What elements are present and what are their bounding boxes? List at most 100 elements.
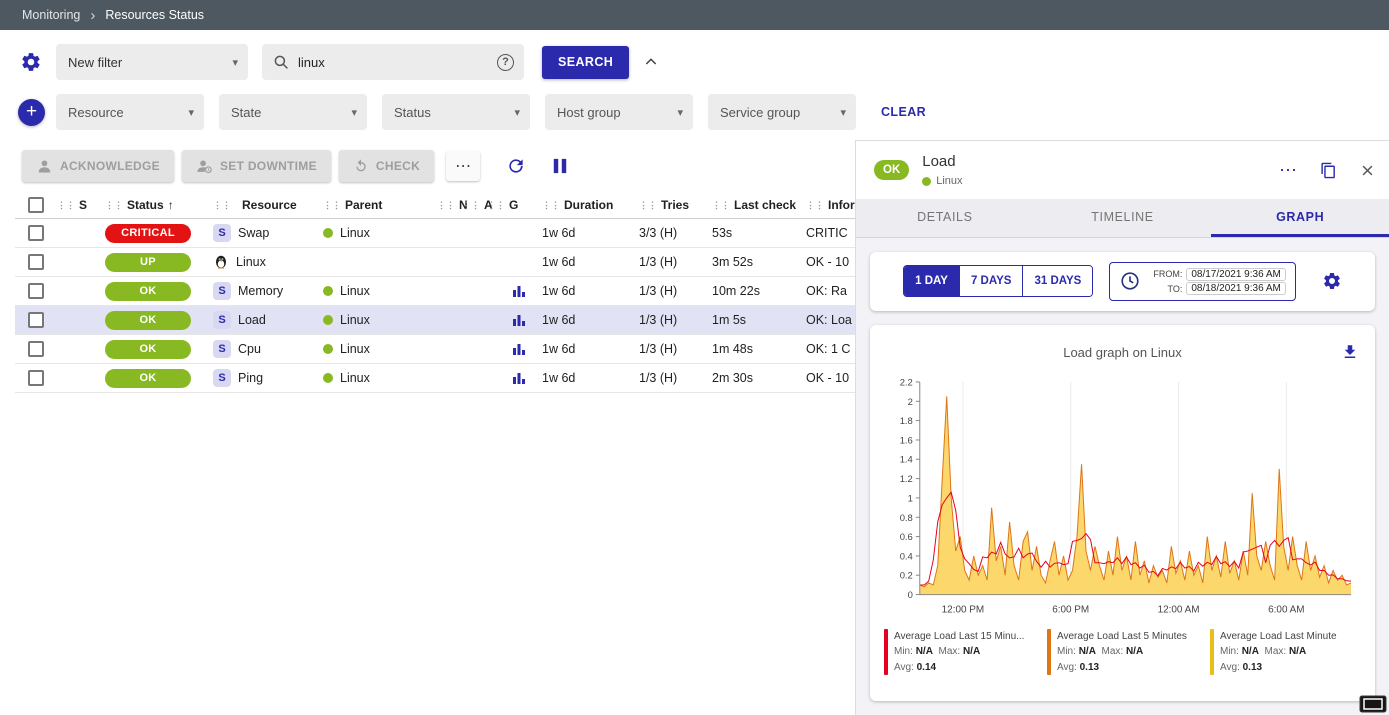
svg-text:2: 2 xyxy=(908,396,913,407)
add-filter-button[interactable]: + xyxy=(18,99,45,126)
column-header-a[interactable]: ⋮⋮A xyxy=(462,198,487,212)
clear-filters-button[interactable]: CLEAR xyxy=(881,105,926,119)
column-header-g[interactable]: ⋮⋮G xyxy=(487,198,512,212)
copy-link-icon[interactable] xyxy=(1320,162,1337,179)
column-header-duration[interactable]: ⋮⋮Duration xyxy=(542,198,639,212)
range-7-days[interactable]: 7 DAYS xyxy=(959,266,1023,296)
to-value[interactable]: 08/18/2021 9:36 AM xyxy=(1186,282,1286,295)
column-header-n[interactable]: ⋮⋮N xyxy=(437,198,462,212)
graph-icon[interactable] xyxy=(512,313,526,327)
legend-item[interactable]: Average Load Last 15 Minu... Min: N/A Ma… xyxy=(884,629,1035,676)
from-value[interactable]: 08/17/2021 9:36 AM xyxy=(1186,268,1286,281)
tab-details[interactable]: DETAILS xyxy=(856,199,1034,237)
legend-max-value: N/A xyxy=(1289,646,1306,657)
table-row[interactable]: OK S Cpu Linux 1w 6d 1/3 (H) 1m 48s OK: … xyxy=(15,335,855,364)
load-chart[interactable]: 12:00 PM6:00 PM12:00 AM6:00 AM00.20.40.6… xyxy=(884,372,1361,620)
from-label: FROM: xyxy=(1148,269,1182,279)
legend-avg-value: 0.13 xyxy=(1243,662,1262,673)
chevron-down-icon: ▾ xyxy=(677,106,683,119)
more-options-icon[interactable]: ⋯ xyxy=(1279,161,1297,179)
refresh-icon[interactable] xyxy=(506,156,526,176)
saved-filter-select[interactable]: New filter ▾ xyxy=(56,44,248,80)
service-icon: S xyxy=(213,282,231,300)
acknowledge-button[interactable]: ACKNOWLEDGE xyxy=(22,150,174,182)
service-icon: S xyxy=(213,311,231,329)
range-1-day[interactable]: 1 DAY xyxy=(904,266,959,296)
tab-timeline[interactable]: TIMELINE xyxy=(1034,199,1212,237)
filter-settings-gear-icon[interactable] xyxy=(18,51,44,73)
breadcrumb-monitoring[interactable]: Monitoring xyxy=(22,8,80,22)
legend-item[interactable]: Average Load Last 5 Minutes Min: N/A Max… xyxy=(1047,629,1198,676)
filter-select-host-group[interactable]: Host group ▾ xyxy=(545,94,693,130)
graph-icon[interactable] xyxy=(512,284,526,298)
column-header-s[interactable]: ⋮⋮S xyxy=(57,198,105,212)
table-row[interactable]: UP S Linux 1w 6d 1/3 (H) 3m 52s OK - 10 xyxy=(15,248,855,277)
graph-icon[interactable] xyxy=(512,371,526,385)
chart-holder: 12:00 PM6:00 PM12:00 AM6:00 AM00.20.40.6… xyxy=(884,372,1361,625)
filter-select-label: State xyxy=(231,105,261,120)
filter-select-service-group[interactable]: Service group ▾ xyxy=(708,94,856,130)
fullscreen-icon[interactable] xyxy=(1359,695,1387,715)
duration-cell: 1w 6d xyxy=(542,313,639,327)
table-row[interactable]: OK S Load Linux 1w 6d 1/3 (H) 1m 5s OK: … xyxy=(15,306,855,335)
resource-name: Memory xyxy=(238,284,283,298)
resource-name: Linux xyxy=(236,255,266,269)
row-checkbox[interactable] xyxy=(28,225,44,241)
column-header-last-check[interactable]: ⋮⋮Last check xyxy=(712,198,806,212)
legend-color-bar xyxy=(1210,629,1214,676)
table-row[interactable]: OK S Memory Linux 1w 6d 1/3 (H) 10m 22s … xyxy=(15,277,855,306)
search-input[interactable] xyxy=(298,55,489,70)
information-cell: OK - 10 xyxy=(806,255,855,269)
column-header-status[interactable]: ⋮⋮Status↑ xyxy=(105,198,213,212)
row-checkbox[interactable] xyxy=(28,254,44,270)
row-checkbox[interactable] xyxy=(28,370,44,386)
close-icon[interactable] xyxy=(1360,163,1375,178)
svg-text:1.6: 1.6 xyxy=(900,435,913,446)
svg-text:0.8: 0.8 xyxy=(900,512,913,523)
drag-handle-icon: ⋮⋮ xyxy=(213,200,231,211)
range-31-days[interactable]: 31 DAYS xyxy=(1022,266,1092,296)
row-checkbox[interactable] xyxy=(28,341,44,357)
graph-legend: Average Load Last 15 Minu... Min: N/A Ma… xyxy=(884,629,1361,676)
resource-name: Ping xyxy=(238,371,263,385)
parent-name: Linux xyxy=(340,284,370,298)
row-checkbox[interactable] xyxy=(28,283,44,299)
search-button[interactable]: SEARCH xyxy=(542,46,629,79)
more-actions-button[interactable]: ⋯ xyxy=(446,151,480,181)
chevron-down-icon: ▾ xyxy=(351,106,357,119)
check-button[interactable]: CHECK xyxy=(339,150,434,182)
legend-item[interactable]: Average Load Last Minute Min: N/A Max: N… xyxy=(1210,629,1361,676)
drag-handle-icon: ⋮⋮ xyxy=(462,200,480,211)
filter-select-resource[interactable]: Resource ▾ xyxy=(56,94,204,130)
legend-max-label: Max: xyxy=(1264,646,1286,657)
status-badge: CRITICAL xyxy=(105,224,191,243)
table-row[interactable]: OK S Ping Linux 1w 6d 1/3 (H) 2m 30s OK … xyxy=(15,364,855,393)
set-downtime-button[interactable]: SET DOWNTIME xyxy=(182,150,331,182)
graph-settings-gear-icon[interactable] xyxy=(1322,271,1342,291)
column-header-information[interactable]: ⋮⋮Information xyxy=(806,198,855,212)
select-all-checkbox[interactable] xyxy=(28,197,44,213)
column-header-parent[interactable]: ⋮⋮Parent xyxy=(323,198,437,212)
table-row[interactable]: CRITICAL S Swap Linux 1w 6d 3/3 (H) 53s … xyxy=(15,219,855,248)
chevron-up-icon[interactable] xyxy=(643,54,659,70)
app-root: Monitoring › Resources Status New filter… xyxy=(0,0,1389,715)
tab-graph[interactable]: GRAPH xyxy=(1211,199,1389,237)
svg-text:0: 0 xyxy=(908,590,913,601)
graph-icon[interactable] xyxy=(512,342,526,356)
graph-title: Load graph on Linux xyxy=(1063,345,1182,360)
filter-select-status[interactable]: Status ▾ xyxy=(382,94,530,130)
legend-avg-label: Avg: xyxy=(1220,662,1240,673)
download-icon[interactable] xyxy=(1341,343,1359,361)
tries-cell: 1/3 (H) xyxy=(639,255,712,269)
row-checkbox[interactable] xyxy=(28,312,44,328)
time-range-picker[interactable]: FROM:08/17/2021 9:36 AM TO:08/18/2021 9:… xyxy=(1109,262,1296,301)
svg-text:1.2: 1.2 xyxy=(900,474,913,485)
status-badge: OK xyxy=(105,340,191,359)
pause-icon[interactable] xyxy=(552,156,568,176)
filter-select-state[interactable]: State ▾ xyxy=(219,94,367,130)
column-header-tries[interactable]: ⋮⋮Tries xyxy=(639,198,712,212)
column-header-resource[interactable]: ⋮⋮Resource xyxy=(213,198,323,212)
duration-cell: 1w 6d xyxy=(542,342,639,356)
help-icon[interactable]: ? xyxy=(497,54,514,71)
svg-text:1: 1 xyxy=(908,493,913,504)
